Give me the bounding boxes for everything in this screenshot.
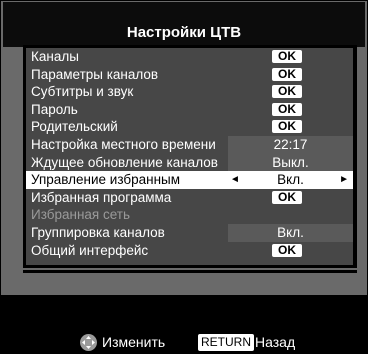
settings-row[interactable]: Избранная программа OK xyxy=(26,189,353,207)
settings-row[interactable]: Общий интерфейс OK xyxy=(26,242,353,260)
ok-button[interactable]: OK xyxy=(272,243,302,257)
settings-row[interactable]: Параметры каналов OK xyxy=(26,66,353,84)
settings-panel: Настройки ЦТВ Каналы OK Параметры каналов O… xyxy=(1,1,367,295)
arrow-left-icon[interactable]: ◄ xyxy=(230,171,240,189)
settings-list-frame: Каналы OK Параметры каналов OK Субтитры и зв… xyxy=(23,45,357,268)
settings-row-label: Общий интерфейс xyxy=(31,242,149,258)
arrow-right-icon[interactable]: ► xyxy=(339,171,349,189)
settings-row-label: Родительский xyxy=(31,119,118,135)
settings-row-value-text: Вкл. xyxy=(277,172,304,188)
back-hint-label: Назад xyxy=(255,334,296,350)
settings-row-value: Выкл. xyxy=(228,153,353,172)
divider xyxy=(23,270,357,273)
settings-row-label: Управление избранным xyxy=(31,172,181,188)
settings-row-label: Избранная программа xyxy=(31,189,172,205)
ok-button[interactable]: OK xyxy=(272,120,302,134)
ok-button[interactable]: OK xyxy=(272,190,302,204)
settings-row-label: Параметры каналов xyxy=(31,66,159,82)
settings-row-value-text: Вкл. xyxy=(277,225,304,240)
settings-row[interactable]: Настройка местного времени 22:17 xyxy=(26,136,353,154)
settings-row-value-text: 22:17 xyxy=(273,137,308,152)
settings-row[interactable]: Субтитры и звук OK xyxy=(26,83,353,101)
settings-row: Избранная сеть xyxy=(26,206,353,224)
settings-row[interactable]: Управление избранным Вкл. ◄ ► xyxy=(26,171,353,189)
settings-row[interactable]: Пароль OK xyxy=(26,101,353,119)
page-title: Настройки ЦТВ xyxy=(126,24,242,41)
title-bar: Настройки ЦТВ xyxy=(3,2,365,47)
option-selector[interactable]: Вкл. ◄ ► xyxy=(228,171,353,189)
footer-hints: Изменить RETURN Назад xyxy=(0,330,368,351)
settings-row-label: Ждущее обновление каналов xyxy=(31,154,218,170)
settings-list: Каналы OK Параметры каналов OK Субтитры и зв… xyxy=(26,48,353,265)
settings-row[interactable]: Ждущее обновление каналов Выкл. xyxy=(26,153,353,172)
settings-row-value: Вкл. xyxy=(228,224,353,242)
settings-row-value: 22:17 xyxy=(228,136,353,154)
settings-row-label: Избранная сеть xyxy=(31,207,130,223)
ok-button[interactable]: OK xyxy=(272,85,302,99)
settings-row-value-text: Выкл. xyxy=(272,154,309,170)
settings-row-label: Группировка каналов xyxy=(31,225,165,240)
change-hint-label: Изменить xyxy=(102,334,166,350)
return-key-badge[interactable]: RETURN xyxy=(198,334,254,351)
settings-row-label: Каналы xyxy=(31,49,79,64)
settings-row[interactable]: Группировка каналов Вкл. xyxy=(26,224,353,242)
settings-row-label: Субтитры и звук xyxy=(31,84,134,100)
settings-row-label: Настройка местного времени xyxy=(31,137,216,152)
settings-row-label: Пароль xyxy=(31,101,78,117)
navigation-pad-icon xyxy=(80,334,97,351)
ok-button[interactable]: OK xyxy=(272,67,302,81)
ok-button[interactable]: OK xyxy=(272,50,302,63)
settings-row[interactable]: Каналы OK xyxy=(26,48,353,66)
ok-button[interactable]: OK xyxy=(272,102,302,116)
settings-row[interactable]: Родительский OK xyxy=(26,118,353,136)
